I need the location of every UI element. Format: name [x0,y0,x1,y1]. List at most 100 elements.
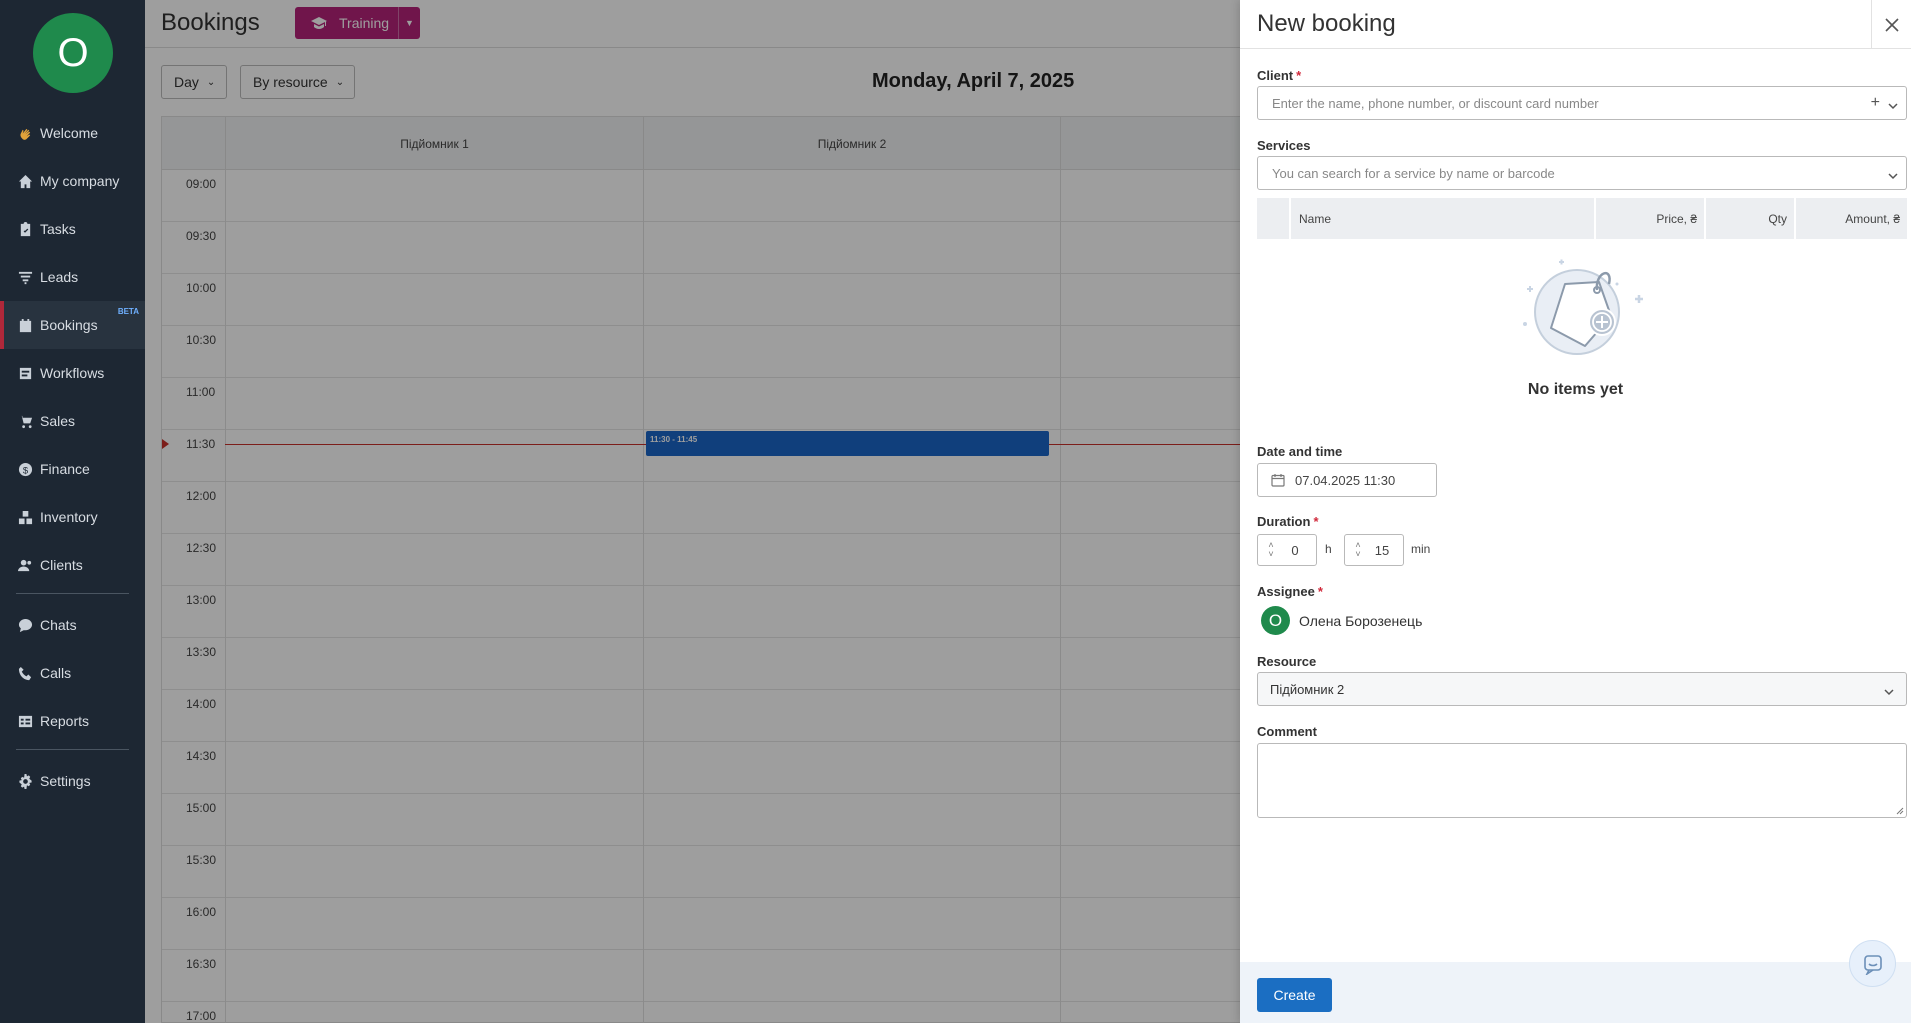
stepper-arrows[interactable]: ˄ ˅ [1262,541,1280,559]
chevron-down-icon[interactable] [1888,98,1898,110]
sidebar-item-calls[interactable]: Calls [0,649,145,697]
duration-label: Duration * [1257,514,1319,529]
column-price: Price, ₴ [1594,198,1704,239]
sidebar-divider [16,749,129,750]
table-icon [17,713,33,729]
resource-select[interactable]: Підйомник 2 [1257,672,1907,706]
resource-value: Підйомник 2 [1270,681,1345,697]
client-label: Client * [1257,68,1301,83]
duration-hours-value: 0 [1291,542,1299,558]
sidebar-item-label: Reports [40,713,90,729]
sidebar-item-my-company[interactable]: My company [0,157,145,205]
svg-text:$: $ [22,465,28,475]
chat-icon [1863,954,1882,975]
sidebar-item-label: Workflows [40,365,105,381]
chevron-down-icon[interactable]: ˅ [1268,550,1273,559]
duration-minutes-value: 15 [1374,542,1390,558]
services-label: Services [1257,138,1311,153]
user-avatar[interactable]: O [33,13,113,93]
sidebar-item-label: Inventory [40,509,98,525]
sidebar: O Welcome My company Tasks Leads Booking… [0,0,145,1023]
minutes-unit: min [1411,542,1431,556]
resize-grip-icon[interactable] [1896,807,1904,815]
resource-label: Resource [1257,654,1317,669]
sidebar-item-label: Bookings [40,317,98,333]
sidebar-item-label: Chats [40,617,77,633]
panel-title: New booking [1257,10,1396,37]
sidebar-item-clients[interactable]: Clients [0,541,145,589]
sidebar-item-inventory[interactable]: Inventory [0,493,145,541]
sidebar-item-sales[interactable]: Sales [0,397,145,445]
assignee-label: Assignee * [1257,584,1323,599]
sidebar-item-finance[interactable]: $ Finance [0,445,145,493]
duration-label-text: Duration [1257,514,1311,529]
comment-textarea[interactable] [1257,743,1907,818]
empty-state-text: No items yet [1527,381,1624,398]
duration-hours-stepper[interactable]: ˄ ˅ 0 [1257,534,1317,566]
sidebar-item-tasks[interactable]: Tasks [0,205,145,253]
price-tag-icon [1517,254,1647,364]
sidebar-item-chats[interactable]: Chats [0,601,145,649]
stepper-arrows[interactable]: ˄ ˅ [1349,541,1367,559]
sidebar-item-welcome[interactable]: Welcome [0,109,145,157]
assignee-name: Олена Борозенець [1299,612,1423,629]
panel-header: New booking [1240,0,1911,49]
calendar-icon [17,317,33,333]
new-booking-panel: New booking Client * Enter the name, phon… [1240,0,1911,1023]
client-label-text: Client [1257,68,1294,83]
services-placeholder: You can search for a service by name or … [1272,165,1555,181]
required-marker: * [1317,584,1323,599]
sidebar-item-label: My company [40,173,120,189]
chevron-down-icon[interactable] [1888,168,1898,180]
column-qty: Qty [1704,198,1794,239]
create-button[interactable]: Create [1257,978,1332,1012]
column-amount: Amount, ₴ [1794,198,1907,239]
boxes-icon [17,509,33,525]
gear-icon [17,773,33,789]
beta-badge: BETA [117,307,139,316]
comment-label: Comment [1257,724,1317,739]
select-column [1257,198,1289,239]
app-root: O Welcome My company Tasks Leads Booking… [0,0,1911,1023]
waving-hand-icon [17,125,33,141]
support-chat-button[interactable] [1849,940,1896,987]
cart-icon [17,413,33,429]
coin-icon: $ [17,461,33,477]
sidebar-item-label: Clients [40,557,83,573]
sidebar-item-label: Welcome [40,125,99,141]
sidebar-item-reports[interactable]: Reports [0,697,145,745]
sidebar-item-workflows[interactable]: Workflows [0,349,145,397]
workflow-icon [17,365,33,381]
users-icon [17,557,33,573]
funnel-icon [17,269,33,285]
date-time-label: Date and time [1257,444,1343,459]
services-table-header: Name Price, ₴ Qty Amount, ₴ [1257,198,1907,239]
sidebar-item-label: Finance [40,461,90,477]
plus-icon[interactable]: + [1871,94,1880,112]
sidebar-item-settings[interactable]: Settings [0,757,145,805]
sidebar-item-label: Leads [40,269,79,285]
date-time-input[interactable]: 07.04.2025 11:30 [1257,463,1437,497]
chevron-down-icon [1884,685,1894,696]
services-search-input[interactable]: You can search for a service by name or … [1257,156,1907,190]
phone-icon [17,665,33,681]
assignee-avatar: O [1261,606,1290,635]
sidebar-item-label: Calls [40,665,72,681]
required-marker: * [1313,514,1319,529]
assignee-chip[interactable]: O Олена Борозенець [1261,606,1422,635]
clipboard-check-icon [17,221,33,237]
chat-icon [17,617,33,633]
sidebar-item-leads[interactable]: Leads [0,253,145,301]
date-time-value: 07.04.2025 11:30 [1295,472,1396,488]
close-button[interactable] [1871,0,1911,49]
sidebar-item-label: Tasks [40,221,76,237]
column-name: Name [1289,198,1594,239]
home-icon [17,173,33,189]
sidebar-nav: Welcome My company Tasks Leads Bookings … [0,109,145,805]
sidebar-divider [16,593,129,594]
duration-minutes-stepper[interactable]: ˄ ˅ 15 [1344,534,1404,566]
client-input[interactable]: Enter the name, phone number, or discoun… [1257,86,1907,120]
sidebar-item-bookings[interactable]: Bookings BETA [0,301,145,349]
hours-unit: h [1325,542,1332,556]
chevron-down-icon[interactable]: ˅ [1355,550,1360,559]
